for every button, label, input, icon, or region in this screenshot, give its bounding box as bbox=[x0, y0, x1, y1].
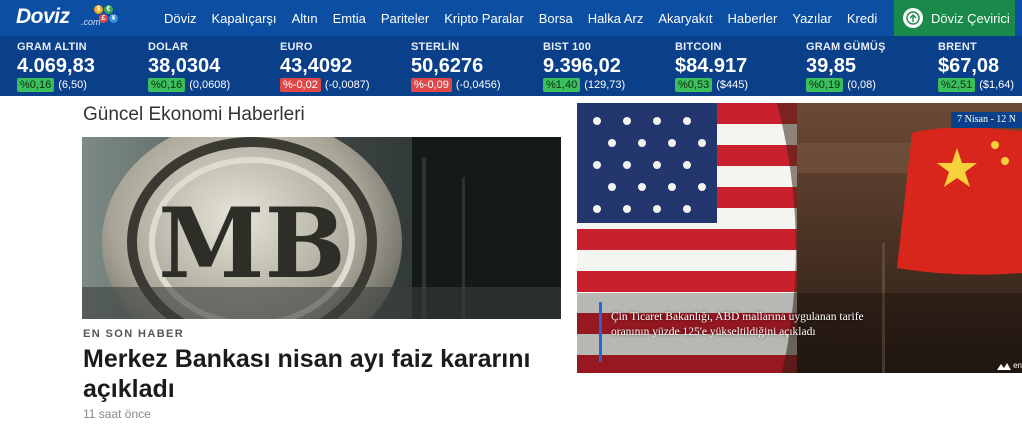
ticker-change-percent: %-0,09 bbox=[411, 78, 452, 92]
ticker-item-euro[interactable]: EURO 43,4092 %-0,02 (-0,0087) bbox=[280, 36, 410, 96]
nav-item-kripto[interactable]: Kripto Paralar bbox=[444, 11, 523, 26]
brand-mark-text: en bbox=[1013, 361, 1022, 370]
ticker-change-percent: %0,53 bbox=[675, 78, 713, 92]
nav-item-borsa[interactable]: Borsa bbox=[539, 11, 573, 26]
converter-label: Döviz Çevirici bbox=[931, 10, 1010, 26]
ticker-value: 4.069,83 bbox=[17, 55, 95, 77]
video-caption-text: Çin Ticaret Bakanlığı, ABD mallarına uyg… bbox=[611, 311, 864, 338]
nav-item-doviz[interactable]: Döviz bbox=[164, 11, 197, 26]
ticker-value: 39,85 bbox=[806, 55, 857, 77]
ticker-name: GRAM GÜMÜŞ bbox=[806, 41, 886, 53]
nav-item-akaryakit[interactable]: Akaryakıt bbox=[658, 11, 712, 26]
logo-coin-icon: ¥ bbox=[109, 14, 118, 23]
ticker-change-amount: (0,0608) bbox=[189, 79, 231, 91]
caption-accent-bar bbox=[599, 302, 602, 362]
video-player[interactable]: 7 Nisan - 12 N Çin Ticaret Bakanlığı, AB… bbox=[577, 103, 1022, 373]
news-timestamp: 11 saat önce bbox=[83, 407, 151, 421]
site-logo[interactable]: Doviz .com $ € £ ¥ bbox=[16, 4, 118, 32]
nav-item-emtia[interactable]: Emtia bbox=[333, 11, 366, 26]
ticker-name: BRENT bbox=[938, 41, 977, 53]
logo-text: Doviz bbox=[16, 5, 70, 28]
ticker-item-brent[interactable]: BRENT $67,08 %2,51 ($1,64) bbox=[938, 36, 1022, 96]
ticker-value: 9.396,02 bbox=[543, 55, 621, 77]
ticker-item-bist100[interactable]: BIST 100 9.396,02 %1,40 (129,73) bbox=[543, 36, 673, 96]
ticker-change-percent: %0,16 bbox=[17, 78, 55, 92]
ticker-change-amount: ($1,64) bbox=[979, 79, 1015, 91]
ticker-change-percent: %-0,02 bbox=[280, 78, 321, 92]
ticker-change-amount: (-0,0087) bbox=[324, 79, 370, 91]
ticker-name: BITCOIN bbox=[675, 41, 722, 53]
market-ticker: GRAM ALTIN 4.069,83 %0,16 (6,50) DOLAR 38… bbox=[0, 36, 1022, 96]
ticker-value: 38,0304 bbox=[148, 55, 221, 77]
ticker-item-bitcoin[interactable]: BITCOIN $84.917 %0,53 ($445) bbox=[675, 36, 805, 96]
ticker-name: BIST 100 bbox=[543, 41, 592, 53]
nav-item-altin[interactable]: Altın bbox=[292, 11, 318, 26]
ticker-change-percent: %2,51 bbox=[938, 78, 976, 92]
ticker-change-percent: %0,16 bbox=[148, 78, 186, 92]
ticker-name: STERLİN bbox=[411, 41, 460, 53]
news-hero-image[interactable]: MB bbox=[82, 137, 561, 319]
ticker-change-percent: %0,19 bbox=[806, 78, 844, 92]
nav-item-yazilar[interactable]: Yazılar bbox=[792, 11, 832, 26]
ticker-value: $67,08 bbox=[938, 55, 1000, 77]
ticker-item-gram-gumus[interactable]: GRAM GÜMÜŞ 39,85 %0,19 (0,08) bbox=[806, 36, 936, 96]
logo-suffix: .com bbox=[81, 17, 101, 27]
video-date-badge: 7 Nisan - 12 N bbox=[951, 112, 1022, 128]
cmb-letters: MB bbox=[158, 187, 345, 300]
logo-dollar-icon: $ bbox=[94, 5, 103, 14]
exchange-icon bbox=[903, 8, 923, 28]
top-nav: Doviz .com $ € £ ¥ Döviz Kapalıçarşı Alt… bbox=[0, 0, 1022, 36]
logo-pound-icon: £ bbox=[99, 14, 108, 23]
ticker-value: 50,6276 bbox=[411, 55, 484, 77]
ticker-name: GRAM ALTIN bbox=[17, 41, 87, 53]
currency-converter-button[interactable]: Döviz Çevirici bbox=[894, 0, 1015, 36]
logo-euro-icon: € bbox=[104, 5, 113, 14]
brand-mountain-icon bbox=[997, 362, 1012, 370]
news-eyebrow: EN SON HABER bbox=[83, 328, 185, 340]
ticker-change-percent: %1,40 bbox=[543, 78, 581, 92]
ticker-item-gram-altin[interactable]: GRAM ALTIN 4.069,83 %0,16 (6,50) bbox=[17, 36, 147, 96]
ticker-name: EURO bbox=[280, 41, 313, 53]
ticker-change-amount: (0,08) bbox=[847, 79, 876, 91]
nav-item-haberler[interactable]: Haberler bbox=[728, 11, 778, 26]
ticker-item-dolar[interactable]: DOLAR 38,0304 %0,16 (0,0608) bbox=[148, 36, 278, 96]
ticker-change-amount: ($445) bbox=[716, 79, 748, 91]
news-headline[interactable]: Merkez Bankası nisan ayı faiz kararını a… bbox=[83, 344, 563, 404]
nav-item-pariteler[interactable]: Pariteler bbox=[381, 11, 429, 26]
ticker-value: $84.917 bbox=[675, 55, 748, 77]
nav-item-kapalicarsi[interactable]: Kapalıçarşı bbox=[212, 11, 277, 26]
section-title: Güncel Ekonomi Haberleri bbox=[83, 104, 305, 125]
nav-menu: Döviz Kapalıçarşı Altın Emtia Pariteler … bbox=[164, 0, 892, 36]
nav-item-halka-arz[interactable]: Halka Arz bbox=[588, 11, 644, 26]
ticker-name: DOLAR bbox=[148, 41, 189, 53]
ticker-item-sterlin[interactable]: STERLİN 50,6276 %-0,09 (-0,0456) bbox=[411, 36, 541, 96]
ticker-change-amount: (6,50) bbox=[58, 79, 87, 91]
ticker-change-amount: (-0,0456) bbox=[455, 79, 501, 91]
central-bank-logo-image: MB bbox=[82, 137, 561, 319]
video-brand-logo: en bbox=[997, 361, 1022, 370]
ticker-value: 43,4092 bbox=[280, 55, 353, 77]
nav-item-kredi[interactable]: Kredi bbox=[847, 11, 877, 26]
ticker-change-amount: (129,73) bbox=[584, 79, 626, 91]
